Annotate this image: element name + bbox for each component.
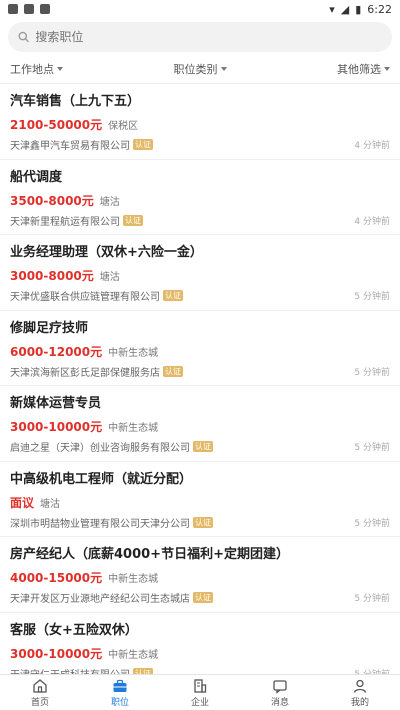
job-title: 船代调度 [10,169,63,185]
job-salary: 3500-8000元 [10,193,94,208]
caret-down-icon [384,66,391,71]
tab-messages-label: 消息 [270,697,289,708]
filter-other[interactable]: 其他筛选 [263,61,391,77]
job-title: 房产经纪人（底薪4000+节日福利+定期团建） [10,547,289,562]
job-area: 中新生态城 [108,574,159,585]
tab-home[interactable]: 首页 [0,675,80,710]
search-input[interactable] [35,30,382,44]
job-salary: 3000-10000元 [10,420,103,434]
search-bar[interactable] [8,22,392,52]
job-title: 客服（女+五险双休） [10,622,138,638]
filter-location-label: 工作地点 [10,62,54,76]
home-icon [33,678,47,693]
job-area: 保税区 [108,121,139,132]
job-salary: 6000-12000元 [10,344,103,359]
company-name: 天津开发区万业源地产经纪公司生态城店 [10,594,190,605]
job-area: 塘沽 [99,272,120,283]
caret-down-icon [57,66,63,71]
tab-jobs-label: 职位 [110,697,129,708]
verified-badge: 认证 [163,290,183,301]
job-company: 天津鑫甲汽车贸易有限公司 认证 [10,137,153,152]
job-item[interactable]: 业务经理助理（双休+六险一金） 3000-8000元 塘沽 天津优盛联合供应链管理… [0,235,400,311]
job-time: 5 分钟前 [354,367,390,378]
bottom-tab-bar: 首页 职位 企业 消息 我的 [0,674,400,710]
company-name: 天津滨海新区彭氏足部保健服务店 [10,367,160,379]
job-salary: 面议 [10,495,35,510]
filter-other-label: 其他筛选 [337,62,382,76]
job-area: 中新生态城 [108,347,159,359]
job-item[interactable]: 船代调度 3500-8000元 塘沽 天津新里程航运有限公司 认证 4 分钟前 [0,160,400,235]
signal-icon: ◢ [340,2,350,16]
job-time: 4 分钟前 [354,216,390,227]
status-bar: ▾ ◢ ▮ 6:22 [0,0,400,18]
company-name: 启迪之星（天津）创业咨询服务有限公司 [10,443,190,454]
search-icon [18,31,29,43]
battery-icon: ▮ [355,2,362,16]
job-time: 5 分钟前 [354,594,390,604]
verified-badge: 认证 [193,441,213,452]
job-time: 5 分钟前 [354,443,390,453]
company-name: 天津优盛联合供应链管理有限公司 [10,292,160,303]
company-name: 天津新里程航运有限公司 [10,216,120,228]
company-name: 深圳市明喆物业管理有限公司天津分公司 [10,518,190,530]
notification-icon [8,4,18,14]
app-icon [24,4,34,14]
job-area: 塘沽 [99,196,120,208]
job-title: 新媒体运营专员 [10,396,102,411]
job-salary: 4000-15000元 [10,571,103,585]
job-item[interactable]: 房产经纪人（底薪4000+节日福利+定期团建） 4000-15000元 中新生态城… [0,537,400,613]
job-title: 修脚足疗技师 [10,320,89,336]
filter-category-label: 职位类别 [173,62,218,76]
tab-profile[interactable]: 我的 [320,675,400,710]
verified-badge: 认证 [163,365,183,377]
job-time: 5 分钟前 [354,518,390,529]
job-item[interactable]: 新媒体运营专员 3000-10000元 中新生态城 启迪之星（天津）创业咨询服务有… [0,386,400,462]
job-company: 深圳市明喆物业管理有限公司天津分公司 认证 [10,515,213,530]
job-company: 天津滨海新区彭氏足部保健服务店 认证 [10,364,183,379]
wifi-icon: ▾ [329,2,335,16]
tab-messages[interactable]: 消息 [240,675,320,710]
message-icon [273,679,287,694]
job-title: 汽车销售（上九下五） [10,94,141,109]
job-item[interactable]: 汽车销售（上九下五） 2100-50000元 保税区 天津鑫甲汽车贸易有限公司 认证… [0,84,400,160]
person-icon [353,679,367,693]
job-salary: 3000-10000元 [10,646,103,661]
verified-badge: 认证 [193,592,213,603]
job-company: 天津优盛联合供应链管理有限公司 认证 [10,288,183,303]
job-company: 启迪之星（天津）创业咨询服务有限公司 认证 [10,439,213,454]
tab-company-label: 企业 [190,697,209,708]
job-item[interactable]: 中高级机电工程师（就近分配） 面议 塘沽 深圳市明喆物业管理有限公司天津分公司 认证… [0,462,400,537]
job-area: 中新生态城 [108,649,159,661]
job-area: 塘沽 [40,498,61,510]
job-salary: 3000-8000元 [10,269,94,283]
filter-location[interactable]: 工作地点 [10,61,137,77]
download-icon [40,4,50,14]
job-company: 天津新里程航运有限公司 认证 [10,213,143,228]
building-icon [194,678,207,693]
job-time: 5 分钟前 [354,292,390,302]
filter-category[interactable]: 职位类别 [137,61,264,77]
tab-company[interactable]: 企业 [160,675,240,710]
job-title: 业务经理助理（双休+六险一金） [10,245,203,260]
job-salary: 2100-50000元 [10,118,103,132]
tab-home-label: 首页 [30,697,49,708]
job-time: 4 分钟前 [354,141,390,151]
tab-jobs[interactable]: 职位 [80,675,160,710]
status-time: 6:22 [367,2,392,16]
job-title: 中高级机电工程师（就近分配） [10,471,193,487]
job-company: 天津开发区万业源地产经纪公司生态城店 认证 [10,590,213,605]
tab-profile-label: 我的 [350,697,369,708]
verified-badge: 认证 [133,139,153,150]
verified-badge: 认证 [193,516,213,528]
job-item[interactable]: 修脚足疗技师 6000-12000元 中新生态城 天津滨海新区彭氏足部保健服务店认… [0,311,400,386]
verified-badge: 认证 [123,214,143,226]
briefcase-icon [113,679,127,692]
caret-down-icon [220,66,227,71]
filter-bar: 工作地点 职位类别 其他筛选 [0,54,400,84]
job-list: 汽车销售（上九下五） 2100-50000元 保税区 天津鑫甲汽车贸易有限公司 认证… [0,84,400,688]
company-name: 天津鑫甲汽车贸易有限公司 [10,141,130,152]
job-area: 中新生态城 [108,423,159,434]
